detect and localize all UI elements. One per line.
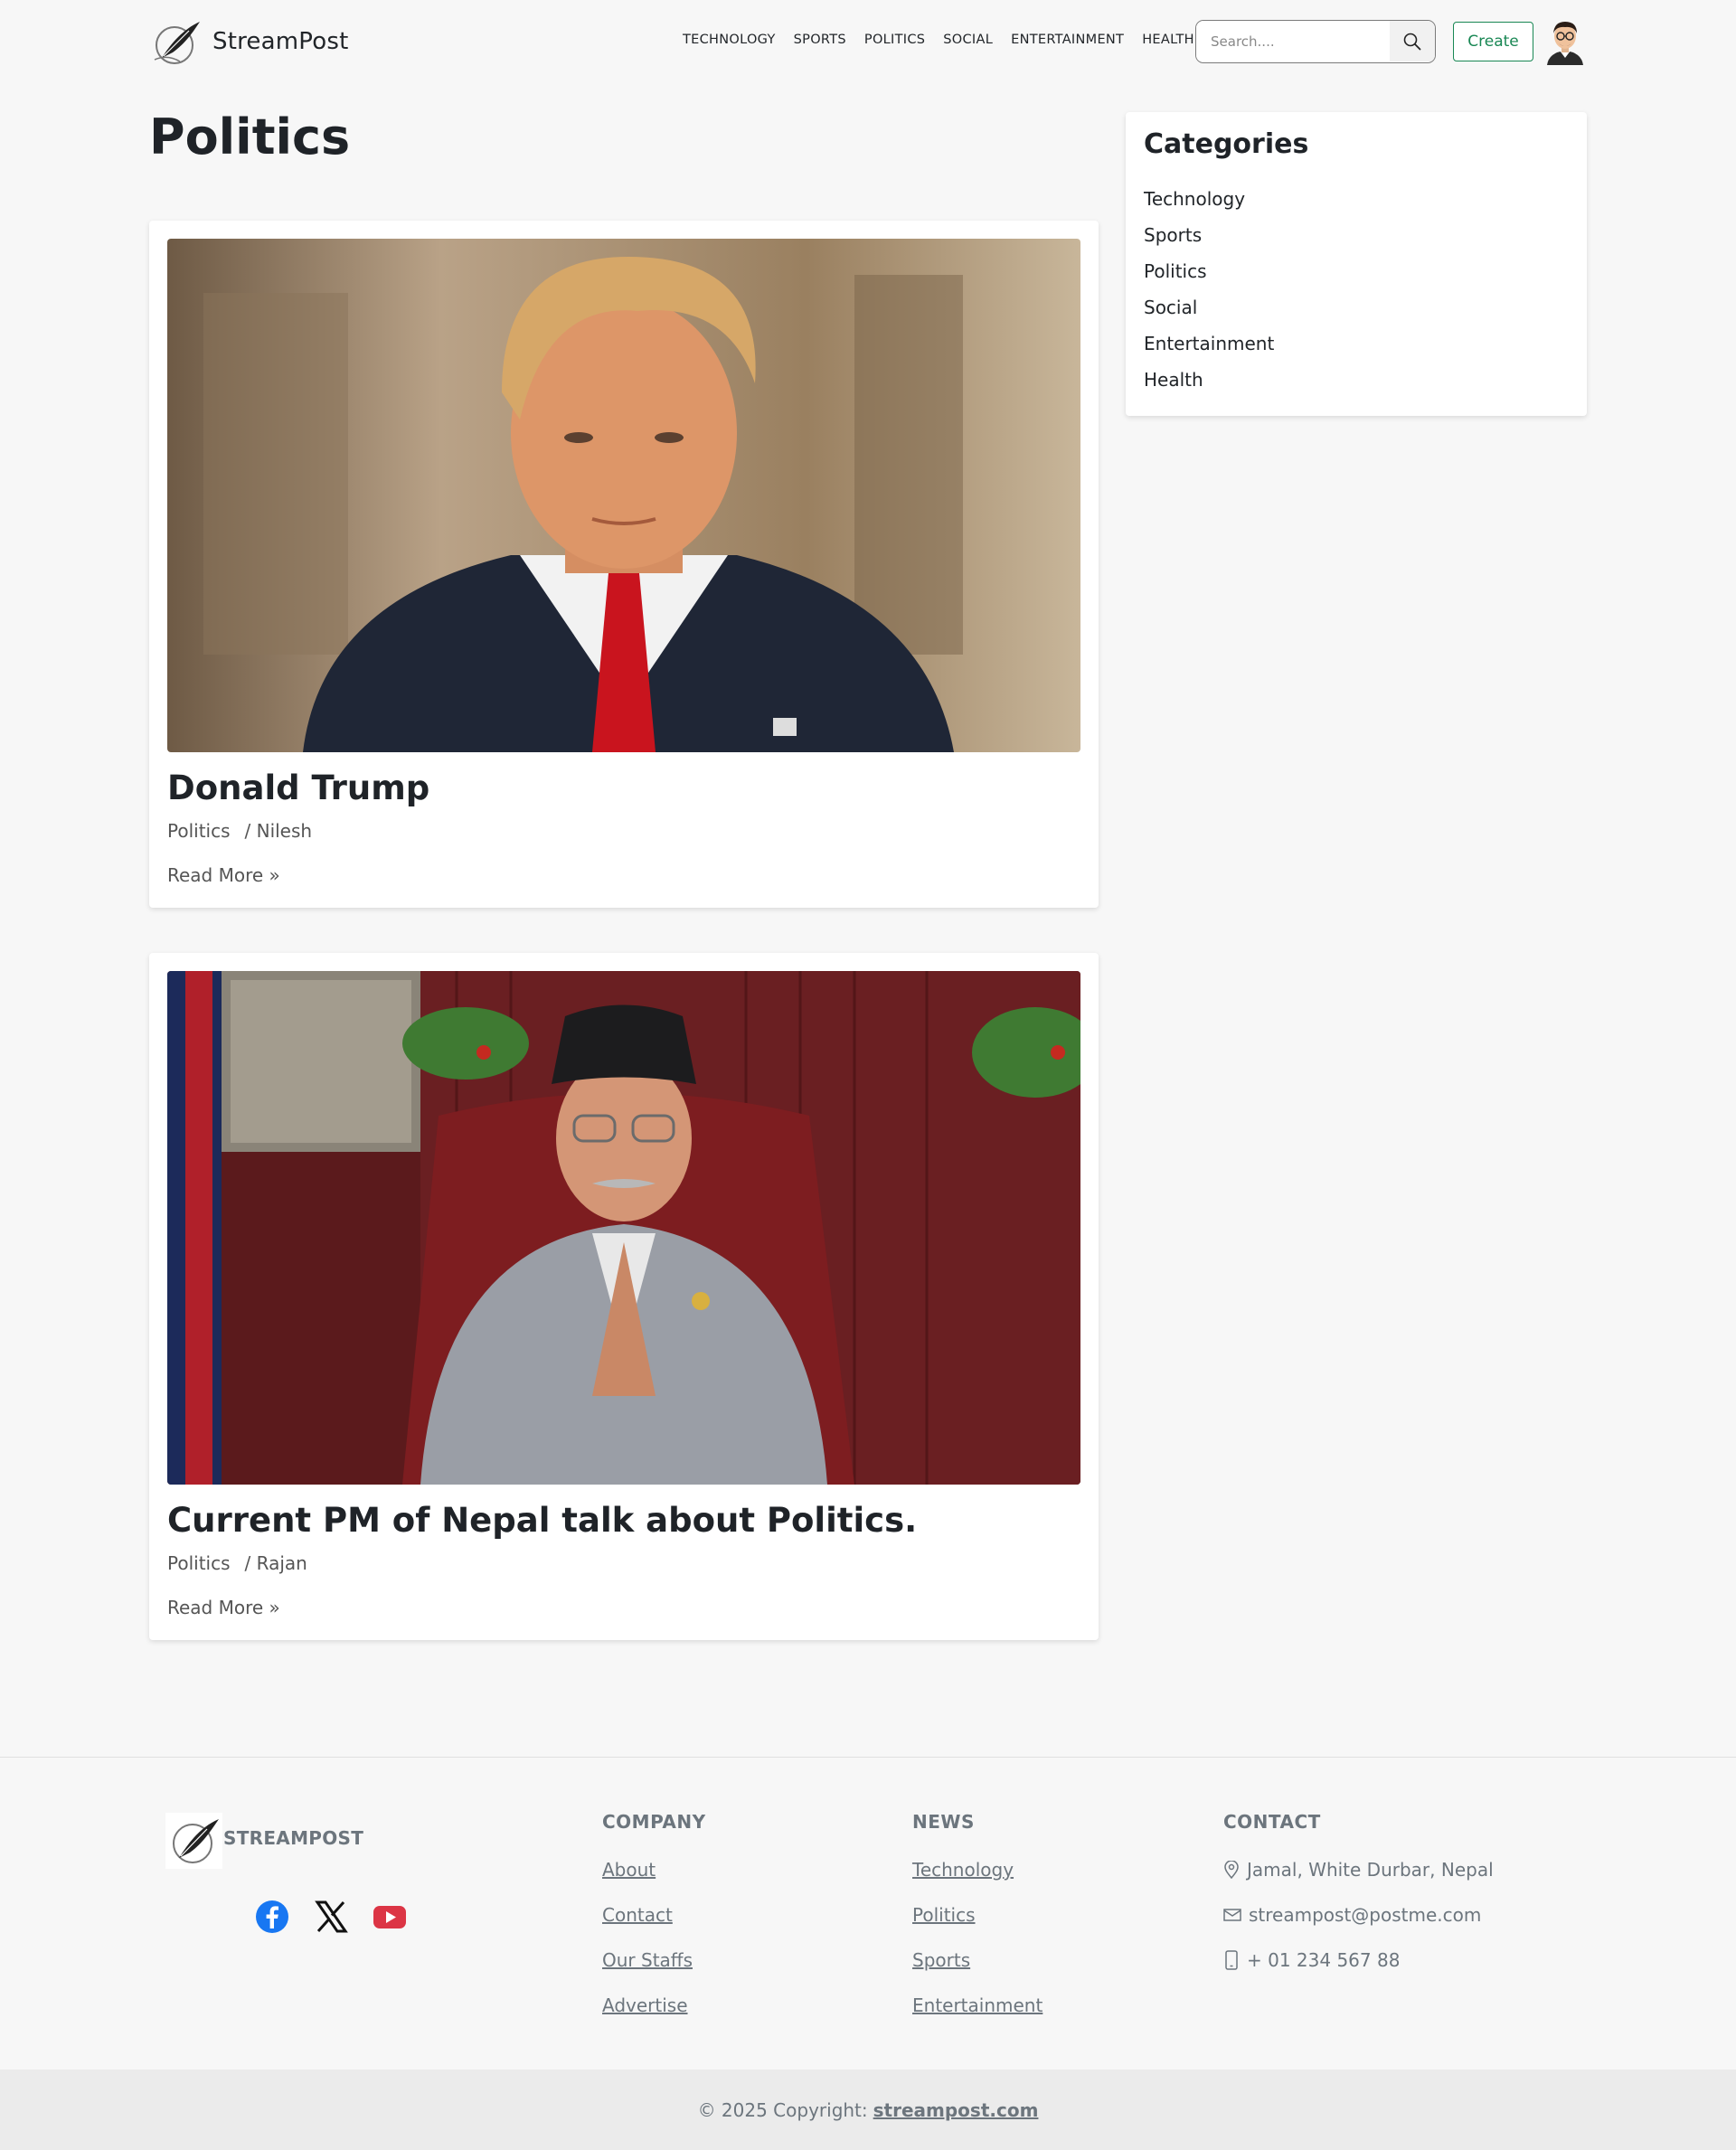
search-input[interactable] — [1196, 21, 1391, 61]
post-title[interactable]: Current PM of Nepal talk about Politics. — [167, 1501, 917, 1540]
copyright-text: © 2025 Copyright: — [697, 2098, 868, 2121]
post-meta: Politics / Nilesh — [167, 820, 312, 842]
nav-social[interactable]: SOCIAL — [943, 33, 993, 47]
read-more-link[interactable]: Read More » — [167, 1597, 280, 1618]
footer-company-heading: COMPANY — [602, 1811, 706, 1833]
footer-link-sports[interactable]: Sports — [912, 1938, 1043, 1983]
category-item-social[interactable]: Social — [1144, 289, 1274, 325]
quill-logo-icon — [154, 22, 200, 64]
categories-list: Technology Sports Politics Social Entert… — [1144, 181, 1274, 398]
page-title: Politics — [149, 108, 351, 165]
footer-link-contact[interactable]: Contact — [602, 1892, 706, 1938]
category-item-health[interactable]: Health — [1144, 362, 1274, 398]
post-author: / Nilesh — [244, 820, 313, 842]
brand[interactable]: StreamPost — [149, 16, 348, 67]
contact-email-text: streampost@postme.com — [1249, 1904, 1482, 1926]
copyright-link[interactable]: streampost.com — [873, 2099, 1039, 2121]
envelope-icon — [1223, 1909, 1241, 1921]
user-avatar-icon[interactable] — [1543, 18, 1587, 65]
post-meta: Politics / Rajan — [167, 1552, 307, 1574]
post-title[interactable]: Donald Trump — [167, 769, 429, 807]
map-pin-icon — [1224, 1861, 1239, 1879]
category-item-entertainment[interactable]: Entertainment — [1144, 325, 1274, 362]
nav-sports[interactable]: SPORTS — [794, 33, 846, 47]
category-item-technology[interactable]: Technology — [1144, 181, 1274, 217]
footer-link-politics[interactable]: Politics — [912, 1892, 1043, 1938]
footer-divider — [0, 1757, 1736, 1758]
contact-address: Jamal, White Durbar, Nepal — [1223, 1847, 1494, 1892]
post-image-nepal-pm[interactable] — [167, 971, 1080, 1485]
footer-contact-heading: CONTACT — [1223, 1811, 1321, 1833]
post-card: Donald Trump Politics / Nilesh Read More … — [149, 221, 1099, 908]
navbar: StreamPost TECHNOLOGY SPORTS POLITICS SO… — [0, 0, 1736, 83]
footer-link-entertainment[interactable]: Entertainment — [912, 1983, 1043, 2028]
brand-name: StreamPost — [212, 28, 349, 55]
footer-link-technology[interactable]: Technology — [912, 1847, 1043, 1892]
categories-heading: Categories — [1144, 128, 1309, 160]
footer-contact-column: CONTACT Jamal, White Durbar, Nepal strea… — [1223, 1811, 1494, 1983]
category-item-sports[interactable]: Sports — [1144, 217, 1274, 253]
footer-company-column: COMPANY About Contact Our Staffs Adverti… — [602, 1811, 706, 2028]
nav-politics[interactable]: POLITICS — [864, 33, 925, 47]
categories-panel: Categories Technology Sports Politics So… — [1126, 112, 1587, 416]
x-icon[interactable] — [313, 1899, 349, 1935]
footer-link-about[interactable]: About — [602, 1847, 706, 1892]
contact-address-text: Jamal, White Durbar, Nepal — [1247, 1859, 1494, 1881]
copyright-bar: © 2025 Copyright: streampost.com — [0, 2070, 1736, 2150]
nav-health[interactable]: HEALTH — [1142, 33, 1194, 47]
post-category[interactable]: Politics — [167, 1552, 231, 1574]
footer-link-advertise[interactable]: Advertise — [602, 1983, 706, 2028]
create-button[interactable]: Create — [1453, 22, 1533, 61]
facebook-icon[interactable] — [254, 1899, 290, 1935]
post-author: / Rajan — [244, 1552, 307, 1574]
phone-icon — [1225, 1950, 1238, 1970]
footer-link-our-staffs[interactable]: Our Staffs — [602, 1938, 706, 1983]
search-button[interactable] — [1390, 21, 1435, 61]
contact-phone-text: + 01 234 567 88 — [1247, 1949, 1401, 1971]
footer-news-heading: NEWS — [912, 1811, 975, 1833]
post-category[interactable]: Politics — [167, 820, 231, 842]
footer-brand: STREAMPOST — [223, 1827, 364, 1849]
contact-phone: + 01 234 567 88 — [1223, 1938, 1494, 1983]
main-nav: TECHNOLOGY SPORTS POLITICS SOCIAL ENTERT… — [683, 33, 1194, 47]
read-more-link[interactable]: Read More » — [167, 864, 280, 886]
search-box — [1195, 20, 1436, 63]
youtube-icon[interactable] — [372, 1899, 408, 1935]
post-image-trump[interactable] — [167, 239, 1080, 752]
nav-entertainment[interactable]: ENTERTAINMENT — [1011, 33, 1124, 47]
search-icon — [1403, 33, 1421, 50]
footer-news-column: NEWS Technology Politics Sports Entertai… — [912, 1811, 1043, 2028]
footer-quill-logo-icon — [165, 1813, 222, 1869]
nav-technology[interactable]: TECHNOLOGY — [683, 33, 776, 47]
contact-email: streampost@postme.com — [1223, 1892, 1494, 1938]
category-item-politics[interactable]: Politics — [1144, 253, 1274, 289]
post-card: Current PM of Nepal talk about Politics.… — [149, 953, 1099, 1640]
